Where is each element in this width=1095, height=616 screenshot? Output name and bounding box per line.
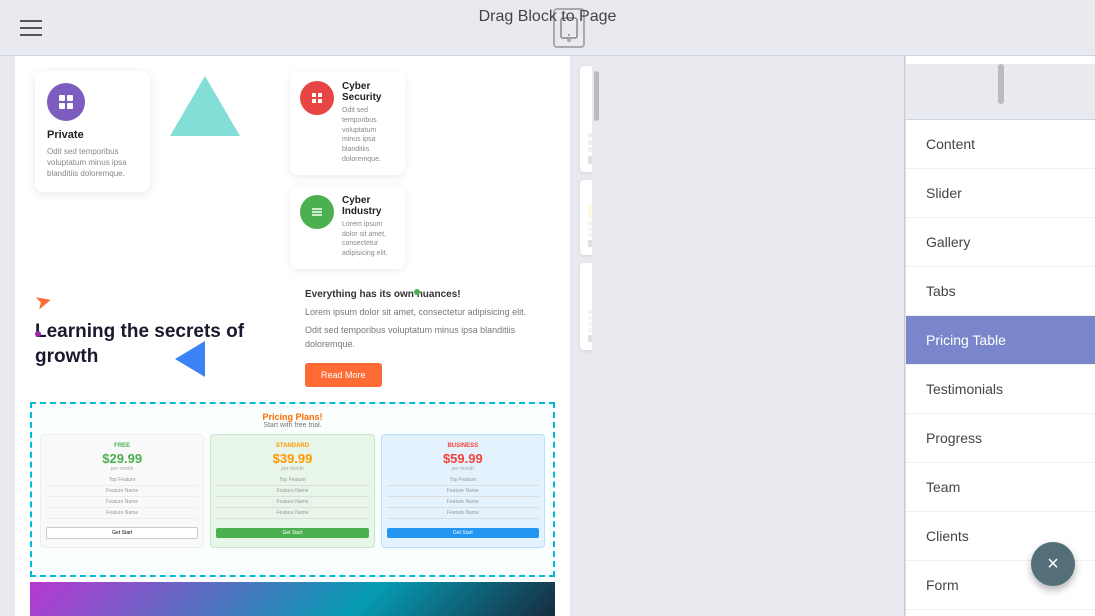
pricing-block2-sub: Start with free trial. — [40, 422, 545, 429]
right-panel: Content Slider Gallery Tabs Pricing Tabl… — [905, 56, 1095, 616]
pricing-block2-header: Pricing Plans! Start with free trial. — [40, 412, 545, 429]
deco-dot-green — [414, 289, 420, 295]
panel-label-tabs: Tabs — [926, 283, 956, 299]
pricing-btn-free[interactable]: Get Start — [46, 527, 198, 539]
top-bar-center: Drag Block to Page — [62, 8, 1075, 48]
panel-label-team: Team — [926, 479, 960, 495]
top-bar: Drag Block to Page — [0, 0, 1095, 56]
main-container: Private Odit sed temporibus voluptatum m… — [0, 56, 1095, 616]
panel-scroll-indicator — [998, 64, 1004, 104]
pricing-col-free: FREE $29.99 per month Top Feature Featur… — [40, 434, 204, 548]
card-3-text: Cyber Industry Lorem ipsum dolor sit ame… — [342, 195, 395, 259]
bottom-dark-section — [30, 582, 555, 616]
close-icon: × — [1047, 553, 1059, 576]
panel-item-slider[interactable]: Slider — [906, 169, 1095, 218]
pricing-cols-large: FREE $29.99 per month Top Feature Featur… — [40, 434, 545, 548]
deco-triangle-blue — [175, 341, 205, 377]
panel-item-gallery[interactable]: Gallery — [906, 218, 1095, 267]
hero-desc1: Everything has its own nuances! — [305, 289, 550, 300]
fab-close-button[interactable]: × — [1031, 542, 1075, 586]
card-icon-purple — [47, 83, 85, 121]
hero-content: Everything has its own nuances! Lorem ip… — [305, 289, 550, 388]
panel-label-content: Content — [926, 136, 975, 152]
canvas-area: Private Odit sed temporibus voluptatum m… — [0, 56, 905, 616]
drag-drop-zone[interactable]: Pricing Plans! Start with free trial. FR… — [30, 402, 555, 577]
page-preview: Private Odit sed temporibus voluptatum m… — [15, 56, 570, 616]
hero-desc2: Lorem ipsum dolor sit amet, consectetur … — [305, 306, 550, 320]
arrow-icon: ➤ — [32, 287, 55, 315]
card-text-1: Odit sed temporibus voluptatum minus ips… — [47, 146, 138, 180]
canvas-scroll[interactable]: Private Odit sed temporibus voluptatum m… — [0, 56, 600, 616]
card-text-2: Odit sed temporibus voluptatum minus ips… — [342, 106, 395, 165]
deco-triangle-teal — [170, 76, 240, 136]
card-title-3: Cyber Industry — [342, 195, 395, 217]
cards-section: Private Odit sed temporibus voluptatum m… — [15, 56, 570, 279]
card-icon-red — [300, 81, 334, 115]
panel-item-pricing-table[interactable]: Pricing Table — [906, 316, 1095, 365]
pricing-col-standard: STANDARD $39.99 per month Top Feature Fe… — [210, 434, 374, 548]
panel-label-testimonials: Testimonials — [926, 381, 1003, 397]
pricing-block2-title: Pricing Plans! — [40, 412, 545, 422]
card-cyber-industry: Cyber Industry Lorem ipsum dolor sit ame… — [290, 185, 405, 269]
panel-item-team[interactable]: Team — [906, 463, 1095, 512]
card-text-3: Lorem ipsum dolor sit amet, consectetur … — [342, 220, 395, 259]
card-private: Private Odit sed temporibus voluptatum m… — [35, 71, 150, 192]
drag-label: Drag Block to Page — [479, 8, 617, 26]
panel-item-footer[interactable]: Footer — [906, 610, 1095, 616]
hero-section: ➤ Learning the secrets of growth Everyth… — [15, 279, 570, 398]
hero-text: ➤ Learning the secrets of growth — [35, 289, 290, 388]
panel-header — [906, 64, 1095, 120]
cards-right: Cyber Security Odit sed temporibus volup… — [290, 71, 405, 269]
hero-desc3: Odit sed temporibus voluptatum minus ips… — [305, 324, 550, 351]
canvas-scrollbar[interactable] — [592, 56, 600, 616]
panel-item-tabs[interactable]: Tabs — [906, 267, 1095, 316]
pricing-col-business: BUSINESS $59.99 per month Top Feature Fe… — [381, 434, 545, 548]
card-title-2: Cyber Security — [342, 81, 395, 103]
bottom-image-placeholder — [30, 582, 555, 616]
panel-label-clients: Clients — [926, 528, 969, 544]
panel-label-form: Form — [926, 577, 959, 593]
panel-label-slider: Slider — [926, 185, 962, 201]
pricing-btn-standard[interactable]: Get Start — [216, 528, 368, 538]
read-more-button[interactable]: Read More — [305, 363, 382, 387]
card-2-text: Cyber Security Odit sed temporibus volup… — [342, 81, 395, 165]
drag-area-content: Pricing Plans! Start with free trial. FR… — [32, 404, 553, 556]
panel-item-testimonials[interactable]: Testimonials — [906, 365, 1095, 414]
canvas-scroll-thumb[interactable] — [594, 71, 599, 121]
panel-item-content[interactable]: Content — [906, 120, 1095, 169]
panel-label-pricing-table: Pricing Table — [926, 332, 1006, 348]
pricing-btn-business[interactable]: Get Start — [387, 528, 539, 538]
hamburger-menu[interactable] — [20, 20, 42, 36]
card-title-1: Private — [47, 129, 138, 141]
card-icon-green — [300, 195, 334, 229]
card-cyber-security: Cyber Security Odit sed temporibus volup… — [290, 71, 405, 175]
panel-label-gallery: Gallery — [926, 234, 970, 250]
hero-title: Learning the secrets of growth — [35, 320, 280, 369]
panel-item-progress[interactable]: Progress — [906, 414, 1095, 463]
panel-label-progress: Progress — [926, 430, 982, 446]
